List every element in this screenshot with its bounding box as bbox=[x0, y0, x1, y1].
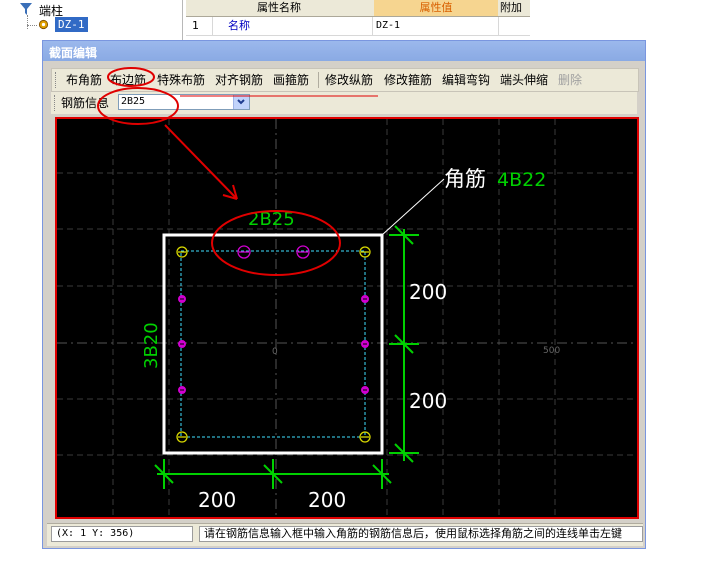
draw-stirrup-button[interactable]: 画箍筋 bbox=[273, 71, 309, 89]
dialog-title: 截面编辑 bbox=[49, 46, 98, 60]
cell-divider bbox=[498, 17, 499, 35]
rebar-info-select[interactable]: 2B25 bbox=[118, 94, 250, 110]
dim-bottom-right: 200 bbox=[308, 488, 346, 512]
delete-button[interactable]: 删除 bbox=[558, 71, 582, 89]
dropdown-arrow-icon[interactable] bbox=[233, 95, 249, 109]
special-bar-button[interactable]: 特殊布筋 bbox=[157, 71, 205, 89]
top-edge-bar[interactable] bbox=[296, 245, 310, 259]
corner-bar[interactable] bbox=[176, 431, 188, 443]
column-section-outline[interactable] bbox=[162, 233, 384, 455]
dim-right-bottom: 200 bbox=[409, 389, 447, 413]
edit-long-bar-button[interactable]: 修改纵筋 bbox=[325, 71, 373, 89]
property-grid-header: 属性名称 属性值 附加 bbox=[186, 0, 530, 17]
place-edge-bar-button[interactable]: 布边筋 bbox=[110, 71, 146, 89]
rebar-info-label: 钢筋信息 bbox=[61, 96, 110, 110]
corner-bar-value: 4B22 bbox=[497, 169, 546, 191]
dimension-right bbox=[389, 225, 419, 463]
end-stretch-button[interactable]: 端头伸缩 bbox=[500, 71, 548, 89]
corner-bar[interactable] bbox=[176, 246, 188, 258]
section-edit-dialog: 截面编辑 布角筋 布边筋 特殊布筋 对齐钢筋 画箍筋 修改纵筋 修改箍筋 编辑弯… bbox=[42, 40, 646, 549]
row-name: 名称 bbox=[228, 19, 250, 32]
dim-bottom-left: 200 bbox=[198, 488, 236, 512]
cursor-coordinates: (X: 1 Y: 356) bbox=[51, 526, 193, 542]
panel-divider bbox=[182, 0, 183, 40]
dim-right-top: 200 bbox=[409, 280, 447, 304]
rebar-info-value[interactable]: 2B25 bbox=[121, 95, 145, 109]
align-bar-button[interactable]: 对齐钢筋 bbox=[215, 71, 263, 89]
row-index: 1 bbox=[192, 19, 199, 32]
row-value[interactable]: DZ-1 bbox=[376, 17, 496, 35]
cell-divider bbox=[372, 17, 373, 35]
toolbar-separator bbox=[318, 72, 319, 88]
top-edge-bar[interactable] bbox=[237, 245, 251, 259]
dimension-bottom bbox=[154, 459, 392, 489]
canvas-grid bbox=[57, 119, 637, 517]
canvas-axes bbox=[57, 119, 637, 517]
edit-hook-button[interactable]: 编辑弯钩 bbox=[442, 71, 490, 89]
place-corner-bar-button[interactable]: 布角筋 bbox=[66, 71, 102, 89]
col-header-value: 属性值 bbox=[374, 0, 498, 16]
cell-divider bbox=[212, 17, 213, 35]
side-edge-label: 3B20 bbox=[141, 322, 162, 369]
corner-bar[interactable] bbox=[359, 246, 371, 258]
section-canvas[interactable]: 0 500 200 200 200 200 角筋 4B22 2B25 3B20 bbox=[55, 117, 639, 519]
stirrup[interactable] bbox=[180, 250, 366, 438]
toolbar-grip[interactable] bbox=[55, 72, 59, 88]
property-row[interactable]: 1 名称 DZ-1 bbox=[186, 17, 530, 36]
filter-icon bbox=[20, 3, 32, 15]
col-header-name: 属性名称 bbox=[257, 1, 301, 14]
status-message: 请在钢筋信息输入框中输入角筋的钢筋信息后，使用鼠标选择角筋之间的连线单击左键 bbox=[199, 526, 643, 542]
status-bar: (X: 1 Y: 356) 请在钢筋信息输入框中输入角筋的钢筋信息后，使用鼠标选… bbox=[47, 523, 643, 546]
tree-item-dz1[interactable]: DZ-1 bbox=[55, 17, 88, 32]
annotation-arrow bbox=[164, 124, 238, 200]
corner-bar-label: 角筋 bbox=[444, 167, 486, 191]
axis-origin-label: 0 bbox=[272, 347, 278, 357]
corner-leader-line bbox=[381, 178, 445, 236]
col-header-extra: 附加 bbox=[500, 1, 522, 14]
edit-stirrup-button[interactable]: 修改箍筋 bbox=[384, 71, 432, 89]
axis-tick-label: 500 bbox=[543, 346, 560, 356]
rebar-toolbar: 布角筋 布边筋 特殊布筋 对齐钢筋 画箍筋 修改纵筋 修改箍筋 编辑弯钩 端头伸… bbox=[51, 68, 639, 92]
tree-connector-h bbox=[27, 25, 37, 27]
gear-icon bbox=[38, 19, 49, 30]
dialog-titlebar[interactable]: 截面编辑 bbox=[43, 41, 645, 61]
toolbar-grip[interactable] bbox=[54, 95, 58, 111]
